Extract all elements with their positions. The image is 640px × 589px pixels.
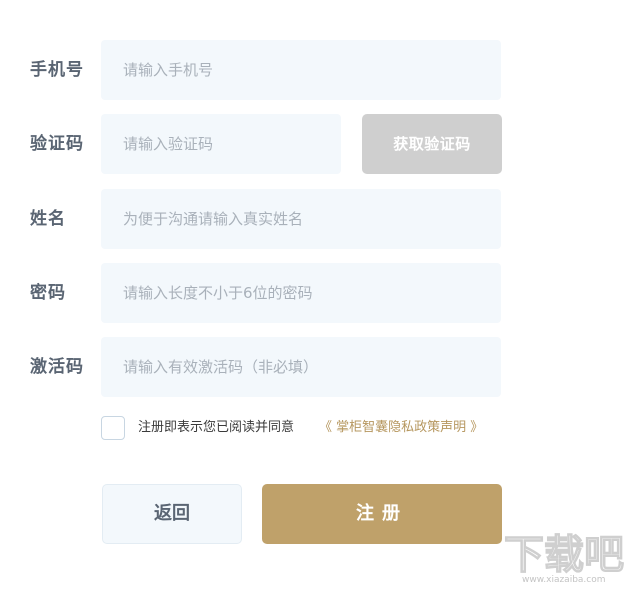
agreement-row: 注册即表示您已阅读并同意 《 掌柜智囊隐私政策声明 》 <box>101 414 561 442</box>
code-input[interactable] <box>101 114 341 174</box>
password-input[interactable] <box>101 263 501 323</box>
name-input[interactable] <box>101 189 501 249</box>
watermark-logo: 下载吧 www.xiazaiba.com <box>503 531 624 585</box>
agreement-text: 注册即表示您已阅读并同意 <box>138 420 295 435</box>
get-code-button[interactable]: 获取验证码 <box>362 114 502 174</box>
code-row: 验证码 获取验证码 <box>0 114 640 174</box>
agreement-checkbox[interactable] <box>101 416 125 440</box>
name-label: 姓名 <box>30 209 66 229</box>
phone-input[interactable] <box>101 40 501 100</box>
privacy-policy-link[interactable]: 《 掌柜智囊隐私政策声明 》 <box>319 414 483 442</box>
phone-row: 手机号 <box>0 40 640 100</box>
activation-row: 激活码 <box>0 337 640 397</box>
watermark-logo-text: 下载吧 <box>504 532 624 578</box>
activation-input[interactable] <box>101 337 501 397</box>
register-button[interactable]: 注册 <box>262 484 502 544</box>
phone-label: 手机号 <box>30 60 84 80</box>
back-button[interactable]: 返回 <box>102 484 242 544</box>
password-label: 密码 <box>30 283 66 303</box>
password-row: 密码 <box>0 263 640 323</box>
code-label: 验证码 <box>30 134 84 154</box>
activation-label: 激活码 <box>30 357 84 377</box>
name-row: 姓名 <box>0 189 640 249</box>
watermark-url-text: www.xiazaiba.com <box>522 575 606 585</box>
